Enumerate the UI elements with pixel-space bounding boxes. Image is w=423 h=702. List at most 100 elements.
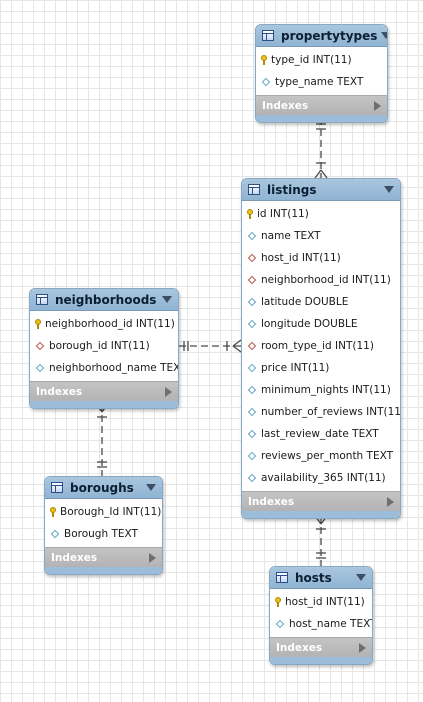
relationship-hosts-listings[interactable] — [314, 515, 328, 566]
indexes-bar[interactable]: Indexes — [242, 491, 400, 511]
table-boroughs[interactable]: boroughs Borough_Id INT(11) Borough TEXT… — [44, 476, 163, 575]
column-row[interactable]: room_type_id INT(11) — [242, 335, 400, 357]
collapse-arrow-icon[interactable] — [162, 296, 172, 303]
column-label: host_name TEXT — [289, 618, 373, 630]
relationship-neighborhoods-listings[interactable] — [179, 339, 242, 353]
table-footer — [45, 567, 162, 574]
column-row[interactable]: type_id INT(11) — [256, 49, 387, 71]
collapse-arrow-icon[interactable] — [356, 574, 366, 581]
table-propertytypes[interactable]: propertytypes type_id INT(11) type_name … — [255, 24, 388, 123]
table-icon — [248, 184, 260, 195]
column-label: name TEXT — [261, 230, 321, 242]
column-row[interactable]: Borough TEXT — [45, 523, 162, 545]
column-row[interactable]: availability_365 INT(11) — [242, 467, 400, 489]
column-label: minimum_nights INT(11) — [261, 384, 391, 396]
relationship-boroughs-neighborhoods[interactable] — [95, 403, 109, 476]
primary-key-icon — [50, 507, 56, 517]
column-label: host_id INT(11) — [261, 252, 341, 264]
column-list: id INT(11) name TEXT host_id INT(11) nei… — [242, 201, 400, 491]
column-label: type_name TEXT — [275, 76, 364, 88]
column-row[interactable]: number_of_reviews INT(11) — [242, 401, 400, 423]
column-row[interactable]: Borough_Id INT(11) — [45, 501, 162, 523]
column-row[interactable]: neighborhood_id INT(11) — [242, 269, 400, 291]
column-row[interactable]: name TEXT — [242, 225, 400, 247]
column-row[interactable]: reviews_per_month TEXT — [242, 445, 400, 467]
column-diamond-icon — [247, 407, 257, 417]
collapse-arrow-icon[interactable] — [146, 484, 156, 491]
table-icon — [262, 30, 274, 41]
foreign-key-diamond-icon — [35, 341, 45, 351]
column-row[interactable]: host_id INT(11) — [270, 591, 372, 613]
indexes-label: Indexes — [36, 385, 83, 398]
column-label: longitude DOUBLE — [261, 318, 358, 330]
column-row[interactable]: host_id INT(11) — [242, 247, 400, 269]
column-row[interactable]: latitude DOUBLE — [242, 291, 400, 313]
column-diamond-icon — [275, 619, 285, 629]
column-label: borough_id INT(11) — [49, 340, 150, 352]
column-list: Borough_Id INT(11) Borough TEXT — [45, 499, 162, 547]
table-title: hosts — [295, 570, 332, 585]
column-label: latitude DOUBLE — [261, 296, 349, 308]
indexes-label: Indexes — [262, 99, 309, 112]
indexes-label: Indexes — [51, 551, 98, 564]
table-footer — [242, 511, 400, 518]
expand-arrow-icon[interactable] — [359, 642, 366, 653]
table-header[interactable]: boroughs — [45, 477, 162, 499]
table-title: boroughs — [70, 480, 134, 495]
column-label: reviews_per_month TEXT — [261, 450, 394, 462]
table-title: propertytypes — [281, 28, 378, 43]
column-list: neighborhood_id INT(11) borough_id INT(1… — [30, 311, 178, 381]
column-label: neighborhood_id INT(11) — [45, 318, 175, 330]
column-row[interactable]: minimum_nights INT(11) — [242, 379, 400, 401]
primary-key-icon — [261, 55, 267, 65]
foreign-key-diamond-icon — [247, 253, 257, 263]
column-row[interactable]: id INT(11) — [242, 203, 400, 225]
column-diamond-icon — [247, 363, 257, 373]
table-header[interactable]: neighborhoods — [30, 289, 178, 311]
column-row[interactable]: host_name TEXT — [270, 613, 372, 635]
table-header[interactable]: propertytypes — [256, 25, 387, 47]
column-row[interactable]: last_review_date TEXT — [242, 423, 400, 445]
column-diamond-icon — [261, 77, 271, 87]
collapse-arrow-icon[interactable] — [384, 186, 394, 193]
indexes-bar[interactable]: Indexes — [256, 95, 387, 115]
table-header[interactable]: listings — [242, 179, 400, 201]
expand-arrow-icon[interactable] — [387, 496, 394, 507]
column-list: host_id INT(11) host_name TEXT — [270, 589, 372, 637]
expand-arrow-icon[interactable] — [149, 552, 156, 563]
table-icon — [36, 294, 48, 305]
expand-arrow-icon[interactable] — [374, 100, 381, 111]
column-diamond-icon — [247, 319, 257, 329]
indexes-bar[interactable]: Indexes — [30, 381, 178, 401]
table-footer — [270, 657, 372, 664]
column-row[interactable]: borough_id INT(11) — [30, 335, 178, 357]
collapse-arrow-icon[interactable] — [381, 32, 387, 39]
table-listings[interactable]: listings id INT(11) name TEXT host_id IN… — [241, 178, 401, 519]
column-label: number_of_reviews INT(11) — [261, 406, 401, 418]
expand-arrow-icon[interactable] — [165, 386, 172, 397]
indexes-bar[interactable]: Indexes — [270, 637, 372, 657]
column-label: neighborhood_name TEXT — [49, 362, 179, 374]
table-hosts[interactable]: hosts host_id INT(11) host_name TEXT Ind… — [269, 566, 373, 665]
table-header[interactable]: hosts — [270, 567, 372, 589]
table-footer — [30, 401, 178, 408]
column-label: neighborhood_id INT(11) — [261, 274, 391, 286]
column-label: host_id INT(11) — [285, 596, 365, 608]
indexes-bar[interactable]: Indexes — [45, 547, 162, 567]
column-list: type_id INT(11) type_name TEXT — [256, 47, 387, 95]
column-label: price INT(11) — [261, 362, 330, 374]
table-neighborhoods[interactable]: neighborhoods neighborhood_id INT(11) bo… — [29, 288, 179, 409]
column-row[interactable]: longitude DOUBLE — [242, 313, 400, 335]
column-label: id INT(11) — [257, 208, 309, 220]
column-row[interactable]: type_name TEXT — [256, 71, 387, 93]
column-row[interactable]: neighborhood_name TEXT — [30, 357, 178, 379]
column-diamond-icon — [247, 385, 257, 395]
column-row[interactable]: neighborhood_id INT(11) — [30, 313, 178, 335]
column-row[interactable]: price INT(11) — [242, 357, 400, 379]
column-diamond-icon — [247, 231, 257, 241]
table-title: listings — [267, 182, 317, 197]
column-label: Borough_Id INT(11) — [60, 506, 162, 518]
relationship-propertytypes-listings[interactable] — [314, 118, 328, 179]
column-diamond-icon — [247, 297, 257, 307]
column-label: type_id INT(11) — [271, 54, 352, 66]
